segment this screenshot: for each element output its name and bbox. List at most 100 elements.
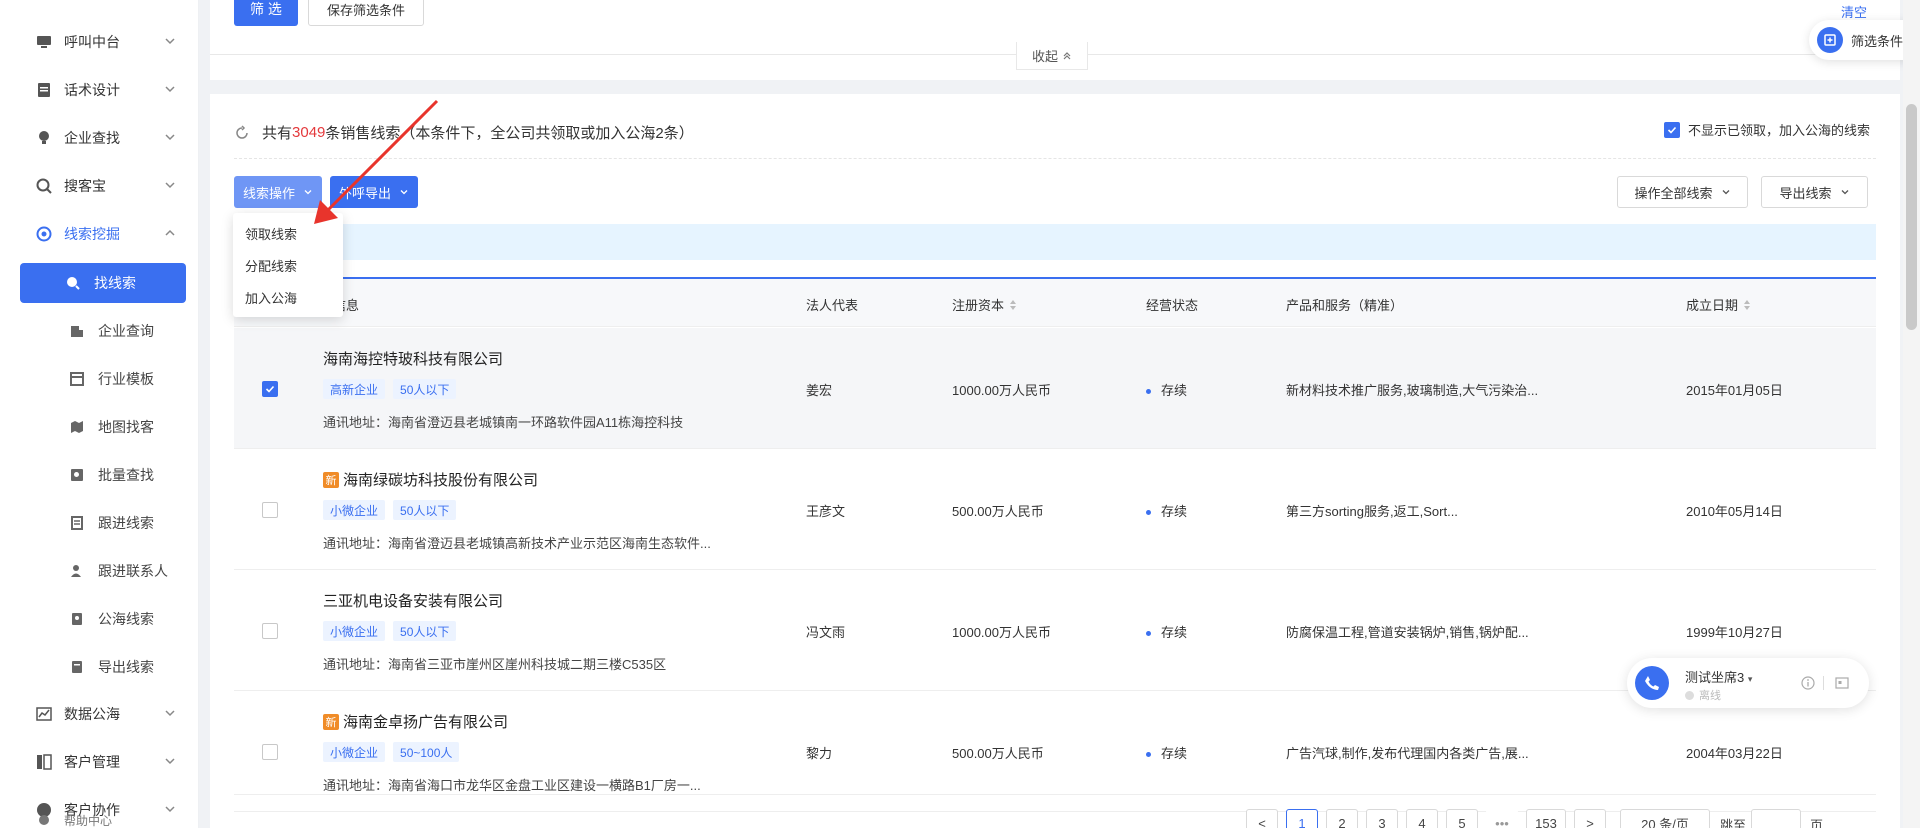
- registered-capital: 1000.00万人民币: [952, 383, 1051, 398]
- nav-item-company-search[interactable]: 企业查找: [0, 118, 199, 158]
- page-size-select[interactable]: 20 条/页: [1620, 809, 1710, 828]
- row-checkbox[interactable]: [262, 381, 278, 397]
- lead-ops-dropdown[interactable]: 线索操作: [234, 176, 322, 208]
- search-circle-icon: [36, 178, 52, 194]
- page-button[interactable]: 153: [1526, 809, 1566, 828]
- sub-item-map-search[interactable]: 地图找客: [0, 407, 199, 447]
- hide-claimed-option[interactable]: 不显示已领取，加入公海的线索: [1663, 120, 1870, 139]
- page-button[interactable]: 1: [1286, 809, 1318, 828]
- filter-panel: 筛 选 保存筛选条件 清空 收起: [210, 0, 1900, 80]
- chart-icon: [36, 706, 52, 722]
- agent-status: 离线: [1685, 687, 1721, 703]
- jump-page-input[interactable]: [1751, 809, 1801, 828]
- collapse-button[interactable]: 收起: [1016, 42, 1088, 70]
- operate-all-dropdown[interactable]: 操作全部线索: [1617, 176, 1748, 208]
- row-checkbox[interactable]: [262, 623, 278, 639]
- filter-icon: [1817, 27, 1843, 53]
- status-dot: [1146, 389, 1151, 395]
- status-dot: [1146, 510, 1151, 516]
- tag: 50人以下: [393, 621, 457, 641]
- status-dot: [1146, 631, 1151, 637]
- company-tags: 小微企业 50人以下: [323, 500, 464, 520]
- nav-item-script-design[interactable]: 话术设计: [0, 70, 199, 110]
- row-checkbox[interactable]: [262, 502, 278, 518]
- sub-item-pool-leads[interactable]: 公海线索: [0, 599, 199, 639]
- nav-item-call-center[interactable]: 呼叫中台: [0, 22, 199, 62]
- scrollbar-thumb[interactable]: [1906, 104, 1917, 330]
- sub-item-find-leads[interactable]: 找线索: [20, 263, 186, 303]
- agent-seat[interactable]: 测试坐席3 ▾: [1685, 667, 1752, 686]
- refresh-icon[interactable]: [234, 124, 250, 141]
- nav-item-data-pool[interactable]: 数据公海: [0, 694, 199, 734]
- table-row[interactable]: 海南海控特玻科技有限公司 高新企业 50人以下 通讯地址：海南省澄迈县老城镇南一…: [234, 328, 1876, 449]
- sort-icon[interactable]: [1010, 299, 1017, 310]
- dialpad-icon[interactable]: [1835, 676, 1849, 690]
- menu-item-assign-lead[interactable]: 分配线索: [233, 249, 343, 281]
- batch-search-icon: [70, 468, 84, 482]
- company-name[interactable]: 新海南绿碳坊科技股份有限公司: [323, 469, 538, 490]
- chevron-up-icon: [165, 229, 175, 236]
- business-status: 存续: [1146, 501, 1187, 520]
- map-icon: [70, 420, 84, 434]
- double-chevron-up-icon: [1063, 51, 1071, 59]
- call-export-dropdown[interactable]: 外呼导出: [330, 176, 418, 208]
- clear-link[interactable]: 清空: [1841, 2, 1867, 21]
- sub-item-export-leads[interactable]: 导出线索: [0, 647, 199, 687]
- company-address: 通讯地址：海南省澄迈县老城镇南一环路软件园A11栋海控科技: [323, 415, 684, 430]
- chevron-down-icon: [1722, 190, 1729, 195]
- export-leads-dropdown[interactable]: 导出线索: [1761, 176, 1868, 208]
- tag: 小微企业: [323, 500, 386, 520]
- chevron-down-icon: [165, 182, 175, 189]
- page-button[interactable]: 4: [1406, 809, 1438, 828]
- softphone-widget[interactable]: 测试坐席3 ▾ 离线: [1627, 658, 1869, 708]
- header-found-date[interactable]: 成立日期: [1686, 295, 1751, 314]
- filter-button[interactable]: 筛 选: [234, 0, 298, 26]
- selection-info-bar: [234, 224, 1876, 260]
- menu-item-claim-lead[interactable]: 领取线索: [233, 217, 343, 249]
- phone-icon[interactable]: [1635, 666, 1669, 700]
- sub-item-industry-template[interactable]: 行业模板: [0, 359, 199, 399]
- nav-item-soukebao[interactable]: 搜客宝: [0, 166, 199, 206]
- sub-item-follow-leads[interactable]: 跟进线索: [0, 503, 199, 543]
- legal-rep: 冯文雨: [806, 625, 846, 640]
- sub-item-follow-contacts[interactable]: 跟进联系人: [0, 551, 199, 591]
- page-button[interactable]: 5: [1446, 809, 1478, 828]
- company-name[interactable]: 海南海控特玻科技有限公司: [323, 348, 503, 369]
- company-name[interactable]: 三亚机电设备安装有限公司: [323, 590, 503, 611]
- prev-page-button[interactable]: <: [1246, 809, 1278, 828]
- caret-down-icon: ▾: [1747, 674, 1753, 684]
- chevron-down-icon: [304, 190, 312, 195]
- company-tags: 小微企业 50~100人: [323, 742, 467, 762]
- next-page-button[interactable]: >: [1574, 809, 1606, 828]
- nav-item-lead-mining[interactable]: 线索挖掘: [0, 214, 199, 254]
- header-capital[interactable]: 注册资本: [952, 295, 1017, 314]
- tag: 50人以下: [393, 379, 457, 399]
- page-unit-label: 页: [1810, 818, 1824, 828]
- info-icon[interactable]: [1801, 676, 1815, 690]
- sort-icon[interactable]: [1744, 299, 1751, 310]
- hide-claimed-checkbox[interactable]: [1663, 121, 1680, 138]
- chevron-down-icon: [1841, 190, 1848, 195]
- export-icon: [70, 660, 84, 674]
- sub-item-company-query[interactable]: 企业查询: [0, 311, 199, 351]
- lead-count: 3049: [292, 124, 326, 141]
- nav-item-customer-management[interactable]: 客户管理: [0, 742, 199, 782]
- tag: 小微企业: [323, 742, 386, 762]
- sub-item-batch-search[interactable]: 批量查找: [0, 455, 199, 495]
- page-button[interactable]: 3: [1366, 809, 1398, 828]
- company-tags: 小微企业 50人以下: [323, 621, 464, 641]
- page-button[interactable]: 2: [1326, 809, 1358, 828]
- page-ellipsis[interactable]: •••: [1486, 809, 1518, 828]
- jump-label: 跳至: [1720, 818, 1747, 828]
- row-checkbox[interactable]: [262, 744, 278, 760]
- company-name[interactable]: 新海南金卓扬广告有限公司: [323, 711, 508, 732]
- target-icon: [36, 226, 52, 242]
- template-icon: [70, 372, 84, 386]
- business-status: 存续: [1146, 622, 1187, 641]
- products-services: 新材料技术推广服务,玻璃制造,大气污染治...: [1286, 383, 1539, 398]
- table-row[interactable]: 新海南绿碳坊科技股份有限公司 小微企业 50人以下 通讯地址：海南省澄迈县老城镇…: [234, 449, 1876, 570]
- header-legal-rep: 法人代表: [806, 298, 859, 313]
- save-filter-button[interactable]: 保存筛选条件: [308, 0, 424, 26]
- menu-item-add-to-pool[interactable]: 加入公海: [233, 281, 343, 313]
- nav-item-help-center[interactable]: 帮助中心: [0, 812, 199, 828]
